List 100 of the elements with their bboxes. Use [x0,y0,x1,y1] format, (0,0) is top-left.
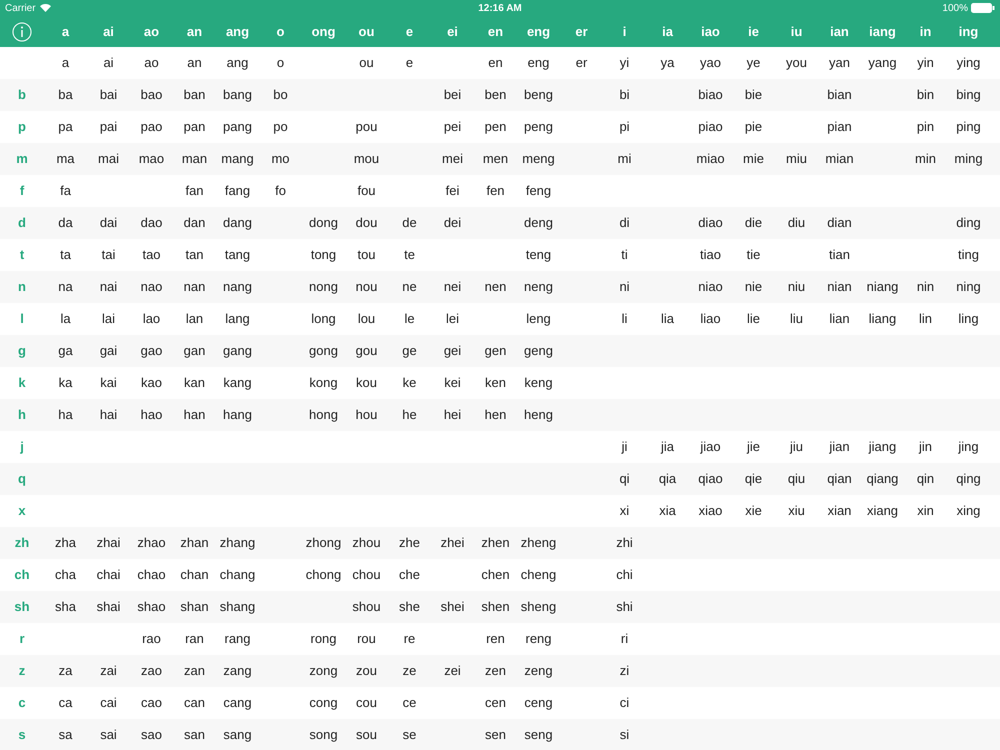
syllable-cell[interactable]: hen [484,405,506,425]
syllable-cell[interactable]: pai [100,117,118,137]
syllable-cell[interactable]: a [62,53,70,73]
syllable-cell[interactable]: lou [358,309,376,329]
syllable-cell[interactable]: zen [485,661,506,681]
syllable-cell[interactable]: chao [137,565,166,585]
syllable-cell[interactable]: han [184,405,206,425]
syllable-cell[interactable]: chi [616,565,633,585]
syllable-cell[interactable]: zhai [96,533,120,553]
syllable-cell[interactable]: sou [356,725,377,745]
syllable-cell[interactable]: qin [916,469,934,489]
syllable-cell[interactable]: sen [485,725,506,745]
syllable-cell[interactable]: gei [444,341,462,361]
syllable-cell[interactable]: shen [481,597,510,617]
syllable-cell[interactable]: peng [524,117,553,137]
syllable-cell[interactable]: zai [100,661,117,681]
syllable-cell[interactable]: gao [140,341,162,361]
syllable-cell[interactable]: bian [827,85,852,105]
syllable-cell[interactable]: eng [528,53,550,73]
syllable-cell[interactable]: fang [224,181,250,201]
syllable-cell[interactable]: fen [486,181,505,201]
syllable-cell[interactable]: dai [100,213,118,233]
syllable-cell[interactable]: ban [184,85,206,105]
syllable-cell[interactable]: zheng [520,533,556,553]
syllable-cell[interactable]: zi [620,661,630,681]
syllable-cell[interactable]: te [404,245,415,265]
syllable-cell[interactable]: ying [956,53,980,73]
syllable-cell[interactable]: ceng [524,693,553,713]
syllable-cell[interactable]: ge [402,341,417,361]
syllable-cell[interactable]: rou [357,629,376,649]
syllable-cell[interactable]: xing [956,501,980,521]
syllable-cell[interactable]: lao [142,309,160,329]
syllable-cell[interactable]: fa [60,181,71,201]
syllable-cell[interactable]: kai [100,373,117,393]
syllable-cell[interactable]: bo [273,85,288,105]
syllable-cell[interactable]: qiao [698,469,723,489]
syllable-cell[interactable]: ai [103,53,114,73]
syllable-cell[interactable]: sa [58,725,72,745]
syllable-cell[interactable]: dan [184,213,206,233]
syllable-cell[interactable]: mi [618,149,632,169]
syllable-cell[interactable]: mao [138,149,164,169]
syllable-cell[interactable]: ken [485,373,506,393]
syllable-cell[interactable]: nao [140,277,162,297]
syllable-cell[interactable]: cong [309,693,338,713]
syllable-cell[interactable]: tian [829,245,850,265]
syllable-cell[interactable]: hao [140,405,162,425]
syllable-cell[interactable]: jia [660,437,674,457]
syllable-cell[interactable]: bi [619,85,630,105]
syllable-cell[interactable]: qia [658,469,676,489]
syllable-cell[interactable]: nang [223,277,252,297]
syllable-cell[interactable]: qie [744,469,762,489]
syllable-cell[interactable]: long [311,309,336,329]
syllable-cell[interactable]: kou [356,373,377,393]
syllable-cell[interactable]: de [402,213,417,233]
syllable-cell[interactable]: meng [522,149,555,169]
syllable-cell[interactable]: zhei [440,533,464,553]
syllable-cell[interactable]: chong [306,565,342,585]
syllable-cell[interactable]: shou [352,597,381,617]
syllable-cell[interactable]: ding [956,213,981,233]
syllable-cell[interactable]: shai [96,597,120,617]
syllable-cell[interactable]: en [488,53,503,73]
syllable-cell[interactable]: dong [309,213,338,233]
syllable-cell[interactable]: tou [357,245,376,265]
syllable-cell[interactable]: lia [660,309,674,329]
syllable-cell[interactable]: jiao [700,437,721,457]
syllable-cell[interactable]: fei [446,181,460,201]
syllable-cell[interactable]: zhang [220,533,256,553]
syllable-cell[interactable]: yang [868,53,897,73]
syllable-cell[interactable]: yi [620,53,630,73]
syllable-cell[interactable]: xie [745,501,762,521]
syllable-cell[interactable]: die [744,213,762,233]
syllable-cell[interactable]: po [273,117,288,137]
syllable-cell[interactable]: bei [444,85,462,105]
syllable-cell[interactable]: tan [185,245,204,265]
syllable-cell[interactable]: keng [524,373,553,393]
syllable-cell[interactable]: zhe [399,533,420,553]
syllable-cell[interactable]: o [276,53,284,73]
syllable-cell[interactable]: zha [55,533,76,553]
syllable-cell[interactable]: mai [98,149,119,169]
syllable-cell[interactable]: shei [440,597,464,617]
syllable-cell[interactable]: kang [223,373,252,393]
syllable-cell[interactable]: ta [60,245,71,265]
syllable-cell[interactable]: shang [220,597,256,617]
syllable-cell[interactable]: nin [916,277,934,297]
syllable-cell[interactable]: e [406,53,414,73]
syllable-cell[interactable]: ji [622,437,628,457]
syllable-cell[interactable]: chai [96,565,120,585]
syllable-cell[interactable]: nong [309,277,338,297]
syllable-cell[interactable]: qian [827,469,852,489]
syllable-cell[interactable]: jian [829,437,850,457]
syllable-cell[interactable]: pou [356,117,378,137]
syllable-cell[interactable]: cheng [520,565,556,585]
syllable-cell[interactable]: can [184,693,205,713]
syllable-cell[interactable]: reng [525,629,552,649]
syllable-cell[interactable]: li [622,309,628,329]
syllable-cell[interactable]: sang [223,725,252,745]
syllable-cell[interactable]: ma [56,149,75,169]
syllable-cell[interactable]: zhou [352,533,381,553]
syllable-cell[interactable]: tiao [700,245,721,265]
syllable-cell[interactable]: ren [486,629,505,649]
